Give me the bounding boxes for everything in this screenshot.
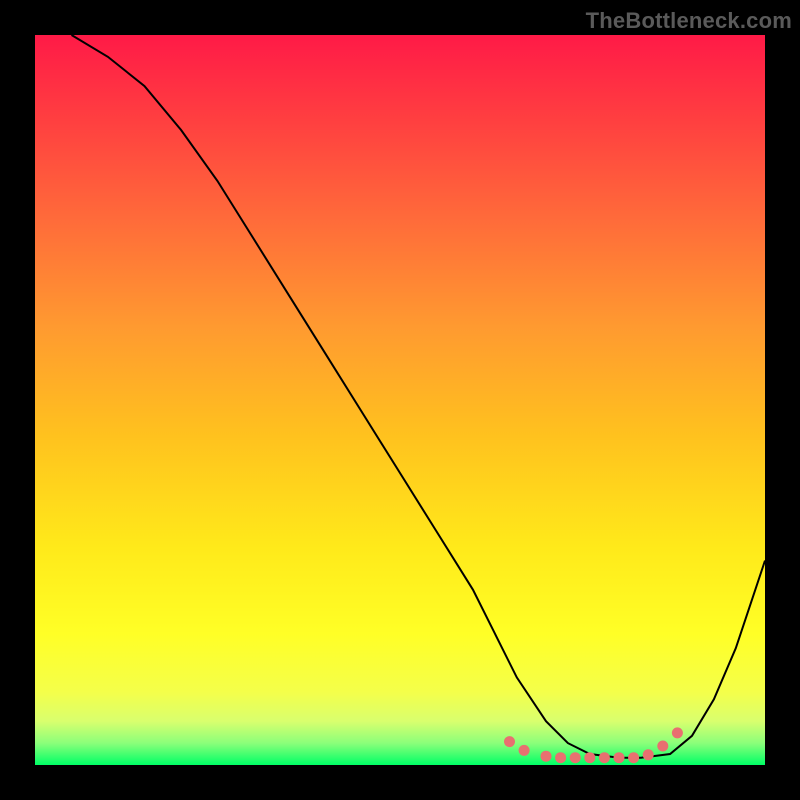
- chart-svg: [35, 35, 765, 765]
- valley-dot: [657, 741, 668, 752]
- valley-dot: [584, 752, 595, 763]
- valley-dot: [599, 752, 610, 763]
- watermark-text: TheBottleneck.com: [586, 8, 792, 34]
- valley-dot: [628, 752, 639, 763]
- valley-dot: [555, 752, 566, 763]
- plot-area: [35, 35, 765, 765]
- valley-dot: [541, 751, 552, 762]
- valley-dot: [614, 752, 625, 763]
- chart-container: TheBottleneck.com: [0, 0, 800, 800]
- valley-dot: [504, 736, 515, 747]
- bottleneck-curve: [72, 35, 766, 758]
- valley-dot: [570, 752, 581, 763]
- valley-dot: [643, 749, 654, 760]
- valley-dot: [519, 745, 530, 756]
- valley-dots-group: [504, 727, 683, 763]
- valley-dot: [672, 727, 683, 738]
